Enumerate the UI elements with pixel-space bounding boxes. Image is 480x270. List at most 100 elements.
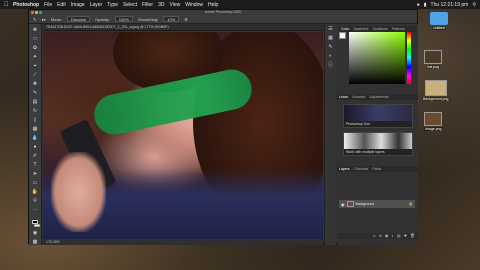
menubar-clock[interactable]: Thu 12:21:19 pm (431, 2, 469, 8)
delete-layer-icon[interactable]: 🗑 (410, 233, 415, 239)
eyedropper-tool-icon[interactable]: ⁄ (32, 72, 39, 78)
learn-card-multiple-layers[interactable]: Work with multiple layers (343, 132, 413, 156)
brush-preset-picker[interactable]: ●▾ (41, 17, 45, 22)
desktop-file-label: Untitled (432, 26, 446, 30)
tab-adjustments[interactable]: Adjustments (369, 94, 388, 100)
right-panels: Color Swatches Gradients Patterns Learn … (337, 24, 418, 245)
tab-paths[interactable]: Paths (372, 166, 381, 172)
tab-learn[interactable]: Learn (339, 94, 348, 100)
zoom-window-button[interactable] (39, 11, 42, 14)
history-panel-icon[interactable]: ☰ (328, 27, 334, 32)
menu-layer[interactable]: Layer (90, 2, 103, 8)
marquee-tool-icon[interactable]: □ (32, 36, 39, 42)
window-titlebar[interactable]: Adobe Photoshop 2020 (29, 10, 417, 15)
tab-layers[interactable]: Layers (339, 166, 350, 172)
lasso-tool-icon[interactable]: ✿ (32, 45, 39, 51)
type-tool-icon[interactable]: T (32, 162, 39, 168)
brush-tool-icon[interactable]: ✎ (33, 17, 36, 22)
lock-icon[interactable]: 🔒 (409, 202, 413, 206)
blur-tool-icon[interactable]: 💧 (32, 135, 39, 141)
menu-type[interactable]: Type (107, 2, 118, 8)
image-thumbnail-icon (424, 112, 443, 126)
learn-panel: Learn Libraries Adjustments Photoshop To… (337, 94, 418, 166)
layers-panel-tabs: Layers Channels Paths (337, 166, 418, 172)
desktop-file-image[interactable]: Image.png (424, 112, 443, 131)
opacity-input[interactable]: 100% (114, 16, 133, 22)
desktop-file-background[interactable]: Background.png (422, 80, 450, 101)
apple-icon[interactable]:  (4, 2, 10, 8)
image-thumbnail-icon (424, 50, 442, 64)
settings-gear-icon[interactable]: ⚙ (184, 17, 188, 22)
wifi-icon[interactable]: ● (417, 2, 420, 8)
window-controls (31, 11, 42, 14)
photoshop-window: Adobe Photoshop 2020 ✎ ●▾ Mode: Dissolve… (28, 9, 418, 245)
hand-tool-icon[interactable]: ✋ (32, 189, 39, 195)
learn-card-thumbnail (344, 133, 412, 149)
link-layers-icon[interactable]: ∞ (373, 233, 376, 239)
move-tool-icon[interactable]: ✥ (32, 27, 39, 33)
desktop-folder-untitled[interactable]: Untitled (430, 12, 448, 30)
menu-app-name[interactable]: Photoshop (13, 2, 39, 8)
quick-mask-icon[interactable]: ◉ (32, 230, 39, 236)
brush-tool-icon[interactable]: ✎ (32, 90, 39, 96)
spotlight-search-icon[interactable]: ⚲ (472, 2, 476, 8)
quick-select-tool-icon[interactable]: ✦ (32, 54, 39, 60)
path-selection-tool-icon[interactable]: ➤ (32, 171, 39, 177)
screen-mode-icon[interactable]: ▩ (32, 239, 39, 245)
eraser-tool-icon[interactable]: ▯ (32, 117, 39, 123)
crop-tool-icon[interactable]: ⌖ (32, 63, 39, 69)
rectangle-tool-icon[interactable]: ▭ (32, 180, 39, 186)
brush-settings-icon[interactable]: ✎ (328, 45, 334, 50)
clone-stamp-tool-icon[interactable]: ▤ (32, 99, 39, 105)
menu-image[interactable]: Image (71, 2, 85, 8)
document-tab[interactable]: 7E4A17EB-B21F-4A06-8904-A82084153377_1_2… (43, 24, 323, 31)
mode-label: Mode: (50, 16, 62, 22)
add-mask-icon[interactable]: ◉ (385, 233, 389, 239)
new-group-icon[interactable]: ▤ (397, 233, 401, 239)
menu-help[interactable]: Help (208, 2, 218, 8)
document-tab-title: 7E4A17EB-B21F-4A06-8904-A82084153377_1_2… (46, 25, 169, 29)
new-layer-icon[interactable]: ✚ (404, 233, 407, 239)
menu-window[interactable]: Window (185, 2, 203, 8)
info-panel-icon[interactable]: ⓘ (328, 63, 334, 68)
properties-panel-icon[interactable]: ▦ (328, 36, 334, 41)
learn-card-thumbnail (344, 105, 412, 121)
close-window-button[interactable] (31, 11, 34, 14)
zoom-tool-icon[interactable]: ⚲ (32, 198, 39, 204)
menu-3d[interactable]: 3D (158, 2, 164, 8)
smoothing-input[interactable]: 10% (163, 16, 180, 22)
layer-style-icon[interactable]: fx (379, 233, 382, 239)
hue-slider[interactable] (407, 32, 411, 84)
layer-row-background[interactable]: ◉ Background 🔒 (339, 200, 415, 208)
gradient-tool-icon[interactable]: ▦ (32, 126, 39, 132)
dodge-tool-icon[interactable]: ● (32, 144, 39, 150)
tab-channels[interactable]: Channels (354, 166, 369, 172)
zoom-level[interactable]: 176.38% (46, 240, 60, 244)
new-fill-layer-icon[interactable]: ◐ (391, 233, 393, 239)
menu-filter[interactable]: Filter (142, 2, 153, 8)
color-picker-field[interactable] (349, 32, 405, 84)
adjustments-panel-icon[interactable]: ◐ (328, 54, 334, 59)
menu-file[interactable]: File (44, 2, 52, 8)
learn-card-photoshop-tour[interactable]: Photoshop Tour (343, 104, 413, 128)
visibility-eye-icon[interactable]: ◉ (341, 202, 345, 207)
history-brush-tool-icon[interactable]: ↻ (32, 108, 39, 114)
desktop-file-label: Image.png (424, 127, 443, 131)
background-color-swatch[interactable] (34, 223, 40, 227)
photo-hand (51, 152, 106, 232)
battery-icon[interactable]: ▮ (424, 2, 427, 8)
learn-panel-tabs: Learn Libraries Adjustments (337, 94, 418, 100)
menu-edit[interactable]: Edit (57, 2, 66, 8)
pen-tool-icon[interactable]: ✐ (32, 153, 39, 159)
menu-view[interactable]: View (170, 2, 181, 8)
document-canvas[interactable] (43, 32, 323, 239)
desktop-file-hat[interactable]: hat.png (424, 50, 442, 69)
desktop-file-label: Background.png (422, 97, 450, 101)
mode-select[interactable]: Dissolve (66, 16, 91, 22)
tab-libraries[interactable]: Libraries (352, 94, 365, 100)
minimize-window-button[interactable] (35, 11, 38, 14)
menu-select[interactable]: Select (123, 2, 137, 8)
color-swatch-preview[interactable] (339, 32, 346, 39)
healing-brush-tool-icon[interactable]: ✚ (32, 81, 39, 87)
more-tools-icon[interactable]: ⋯ (32, 207, 39, 213)
